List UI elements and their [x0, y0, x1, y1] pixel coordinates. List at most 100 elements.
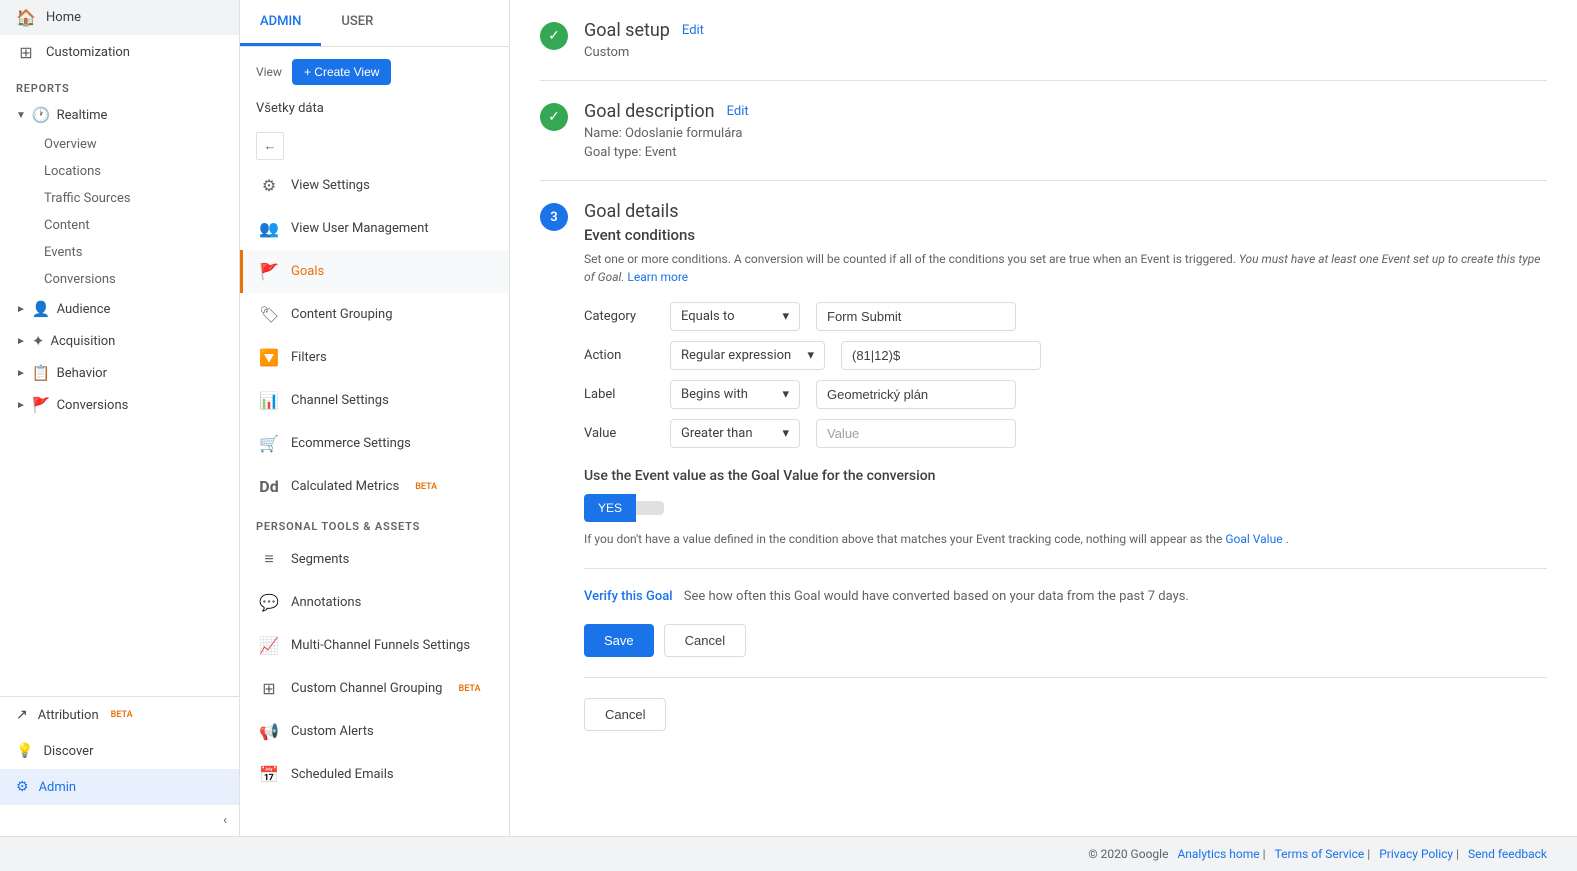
- sidebar-item-locations[interactable]: Locations: [0, 158, 239, 185]
- calculated-metrics-icon: Dd: [259, 477, 279, 496]
- sidebar-item-home[interactable]: 🏠 Home: [0, 0, 239, 35]
- audience-icon: 👤: [32, 300, 51, 318]
- cancel-button[interactable]: Cancel: [664, 624, 746, 657]
- admin-icon: ⚙: [16, 779, 29, 795]
- regular-expression-arrow-icon: ▾: [807, 348, 814, 363]
- nav-item-view-settings[interactable]: ⚙ View Settings: [240, 164, 509, 207]
- condition-row-label: Label Begins with ▾: [584, 380, 1547, 409]
- nav-item-multi-channel[interactable]: 📈 Multi-Channel Funnels Settings: [240, 624, 509, 667]
- nav-item-calculated-metrics[interactable]: Dd Calculated Metrics BETA: [240, 465, 509, 508]
- nav-item-segments[interactable]: ≡ Segments: [240, 537, 509, 581]
- goal-value-link[interactable]: Goal Value: [1225, 532, 1282, 546]
- home-icon: 🏠: [16, 8, 36, 27]
- toggle-no-button[interactable]: [636, 501, 664, 515]
- sidebar-item-attribution[interactable]: ↗ Attribution BETA: [0, 697, 239, 733]
- condition-input-category[interactable]: [816, 302, 1016, 331]
- nav-item-content-grouping[interactable]: 🏷 Content Grouping: [240, 293, 509, 336]
- condition-select-category[interactable]: Equals to ▾: [670, 302, 800, 331]
- toggle-yes-button[interactable]: YES: [584, 494, 636, 522]
- customization-icon: ⊞: [16, 43, 36, 62]
- sidebar-item-traffic-sources[interactable]: Traffic Sources: [0, 185, 239, 212]
- nav-item-annotations[interactable]: 💬 Annotations: [240, 581, 509, 624]
- goal-name-meta: Name: Odoslanie formulára: [584, 126, 1547, 141]
- filters-icon: 🔽: [259, 348, 279, 367]
- goal-setup-subtitle: Custom: [584, 45, 1547, 60]
- save-button[interactable]: Save: [584, 624, 654, 657]
- overview-label: Overview: [44, 137, 97, 152]
- goal-setup-edit-link[interactable]: Edit: [682, 23, 704, 38]
- footer-analytics-home-link[interactable]: Analytics home: [1177, 847, 1259, 861]
- realtime-label: Realtime: [57, 108, 108, 123]
- begins-with-arrow-icon: ▾: [782, 387, 789, 402]
- footer-feedback-link[interactable]: Send feedback: [1468, 847, 1547, 861]
- create-view-button[interactable]: + Create View: [292, 59, 392, 85]
- nav-item-scheduled-emails[interactable]: 📅 Scheduled Emails: [240, 753, 509, 796]
- segments-icon: ≡: [259, 549, 279, 569]
- goal-details-content: Goal details Event conditions Set one or…: [584, 201, 1547, 731]
- condition-label-action: Action: [584, 348, 654, 363]
- sidebar-item-discover[interactable]: 💡 Discover: [0, 733, 239, 769]
- tab-admin[interactable]: ADMIN: [240, 0, 321, 46]
- goal-setup-content: Goal setup Edit Custom: [584, 20, 1547, 60]
- back-button[interactable]: ←: [256, 132, 284, 160]
- sidebar-collapse-button[interactable]: ‹: [0, 805, 239, 836]
- realtime-arrow-icon: ▼: [16, 110, 26, 121]
- scheduled-emails-label: Scheduled Emails: [291, 767, 394, 782]
- sidebar-item-customization[interactable]: ⊞ Customization: [0, 35, 239, 70]
- custom-channel-grouping-icon: ⊞: [259, 679, 279, 698]
- condition-select-action[interactable]: Regular expression ▾: [670, 341, 825, 370]
- acquisition-label: Acquisition: [50, 334, 115, 349]
- verify-section: Verify this Goal See how often this Goal…: [584, 589, 1547, 604]
- tab-user[interactable]: USER: [321, 0, 393, 46]
- attribution-label: Attribution: [38, 708, 99, 723]
- goal-setup-section: ✓ Goal setup Edit Custom: [540, 20, 1547, 81]
- nav-item-goals[interactable]: 🚩 Goals: [240, 250, 509, 293]
- home-label: Home: [46, 10, 81, 25]
- custom-alerts-label: Custom Alerts: [291, 724, 374, 739]
- view-settings-label: View Settings: [291, 178, 370, 193]
- goal-description-edit-link[interactable]: Edit: [727, 104, 749, 119]
- personal-tools-section-label: PERSONAL TOOLS & ASSETS: [240, 508, 509, 537]
- sidebar-item-realtime[interactable]: ▼ 🕐 Realtime: [0, 99, 239, 131]
- condition-select-label[interactable]: Begins with ▾: [670, 380, 800, 409]
- verify-goal-link[interactable]: Verify this Goal: [584, 589, 673, 604]
- sidebar-item-acquisition[interactable]: ► ✦ Acquisition: [0, 325, 239, 357]
- content-label: Content: [44, 218, 90, 233]
- sidebar-item-admin[interactable]: ⚙ Admin: [0, 769, 239, 805]
- action-buttons: Save Cancel: [584, 624, 1547, 657]
- view-settings-icon: ⚙: [259, 176, 279, 195]
- condition-input-value[interactable]: [816, 419, 1016, 448]
- footer-terms-link[interactable]: Terms of Service: [1275, 847, 1365, 861]
- condition-input-label[interactable]: [816, 380, 1016, 409]
- realtime-icon: 🕐: [32, 106, 51, 124]
- nav-item-ecommerce-settings[interactable]: 🛒 Ecommerce Settings: [240, 422, 509, 465]
- nav-item-custom-channel-grouping[interactable]: ⊞ Custom Channel Grouping BETA: [240, 667, 509, 710]
- nav-item-custom-alerts[interactable]: 📢 Custom Alerts: [240, 710, 509, 753]
- conversions-label: Conversions: [44, 272, 116, 287]
- nav-item-channel-settings[interactable]: 📊 Channel Settings: [240, 379, 509, 422]
- learn-more-link[interactable]: Learn more: [627, 270, 688, 284]
- calculated-metrics-label: Calculated Metrics: [291, 479, 399, 494]
- sidebar-item-conversions[interactable]: Conversions: [0, 266, 239, 293]
- view-label: View: [256, 65, 282, 79]
- sidebar-item-events[interactable]: Events: [0, 239, 239, 266]
- condition-input-action[interactable]: [841, 341, 1041, 370]
- condition-select-value[interactable]: Greater than ▾: [670, 419, 800, 448]
- main-content: ✓ Goal setup Edit Custom ✓ Goal descript…: [510, 0, 1577, 836]
- sidebar-item-audience[interactable]: ► 👤 Audience: [0, 293, 239, 325]
- cancel-bottom-button[interactable]: Cancel: [584, 698, 666, 731]
- calculated-metrics-beta-badge: BETA: [415, 482, 437, 492]
- sidebar-item-content[interactable]: Content: [0, 212, 239, 239]
- footer-privacy-link[interactable]: Privacy Policy: [1379, 847, 1453, 861]
- admin-label: Admin: [39, 780, 77, 795]
- multi-channel-icon: 📈: [259, 636, 279, 655]
- ecommerce-settings-icon: 🛒: [259, 434, 279, 453]
- customization-label: Customization: [46, 45, 130, 60]
- sidebar-item-conversions2[interactable]: ► 🚩 Conversions: [0, 389, 239, 421]
- footer-copyright: © 2020 Google: [1088, 847, 1168, 861]
- sidebar-item-overview[interactable]: Overview: [0, 131, 239, 158]
- nav-item-filters[interactable]: 🔽 Filters: [240, 336, 509, 379]
- event-conditions-title: Event conditions: [584, 226, 1547, 244]
- sidebar-item-behavior[interactable]: ► 📋 Behavior: [0, 357, 239, 389]
- nav-item-view-user-management[interactable]: 👥 View User Management: [240, 207, 509, 250]
